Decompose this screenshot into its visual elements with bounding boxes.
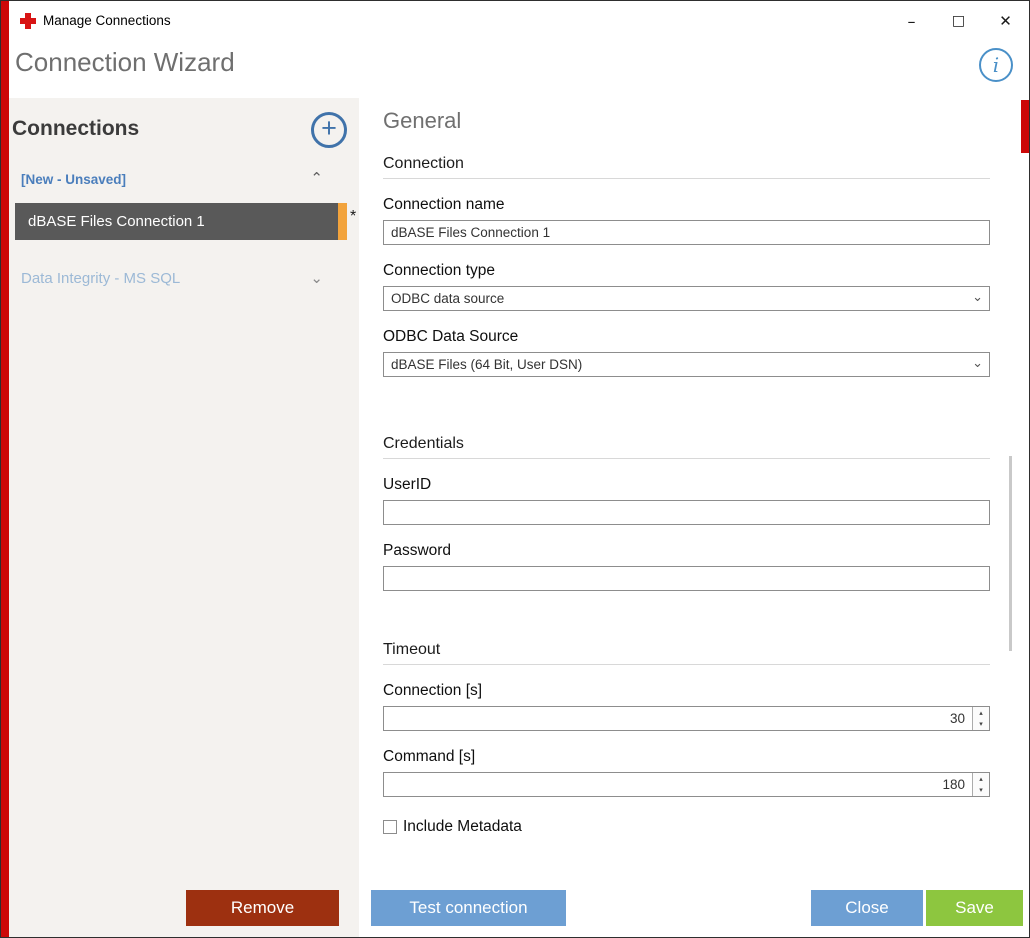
connection-timeout-input[interactable]	[383, 706, 990, 731]
connection-name-input[interactable]	[383, 220, 990, 245]
password-label: Password	[383, 542, 990, 560]
include-metadata-label: Include Metadata	[403, 818, 522, 836]
include-metadata-row: Include Metadata	[383, 818, 990, 836]
field-odbc-source: ODBC Data Source dBASE Files (64 Bit, Us…	[383, 328, 990, 377]
red-cross-app-icon	[20, 13, 36, 29]
info-button[interactable]: i	[979, 48, 1013, 82]
sidebar-group-data-integrity[interactable]: Data Integrity - MS SQL	[21, 270, 180, 287]
panel-title: General	[383, 108, 990, 134]
left-accent-stripe	[1, 1, 9, 937]
connection-type-select[interactable]: ODBC data source	[383, 286, 990, 311]
section-connection: Connection Connection name Connection ty…	[383, 155, 990, 377]
spinner-down-icon[interactable]: ▾	[973, 719, 989, 731]
odbc-source-select[interactable]: dBASE Files (64 Bit, User DSN)	[383, 352, 990, 377]
window-minimize-button[interactable]: –	[888, 1, 935, 41]
command-timeout-spinner[interactable]: ▴ ▾	[972, 773, 989, 796]
command-timeout-input[interactable]	[383, 772, 990, 797]
info-icon: i	[993, 53, 999, 77]
scrollbar-thumb[interactable]	[1009, 456, 1012, 651]
connection-timeout-spinner[interactable]: ▴ ▾	[972, 707, 989, 730]
right-accent-stripe	[1021, 100, 1029, 153]
connections-sidebar: Connections + [New - Unsaved] ⌃ dBASE Fi…	[9, 98, 359, 937]
connection-type-label: Connection type	[383, 262, 990, 280]
section-credentials-title: Credentials	[383, 435, 990, 459]
manage-connections-window: Manage Connections – □ ✕ Connection Wiza…	[0, 0, 1030, 938]
section-timeout-title: Timeout	[383, 641, 990, 665]
maximize-icon: □	[952, 13, 965, 29]
test-connection-button[interactable]: Test connection	[371, 890, 566, 926]
chevron-down-icon[interactable]: ⌄	[310, 269, 323, 287]
connection-name-label: Connection name	[383, 196, 990, 214]
remove-button[interactable]: Remove	[186, 890, 339, 926]
chevron-up-icon[interactable]: ⌃	[310, 169, 323, 187]
window-close-button[interactable]: ✕	[982, 1, 1029, 41]
spinner-down-icon[interactable]: ▾	[973, 785, 989, 797]
section-credentials: Credentials UserID Password	[383, 435, 990, 591]
window-maximize-button[interactable]: □	[935, 1, 982, 41]
field-connection-type: Connection type ODBC data source ⌄	[383, 262, 990, 311]
close-icon: ✕	[999, 12, 1012, 30]
close-button[interactable]: Close	[811, 890, 923, 926]
minimize-icon: –	[908, 12, 916, 31]
add-connection-button[interactable]: +	[311, 112, 347, 148]
save-button[interactable]: Save	[926, 890, 1023, 926]
window-title: Manage Connections	[43, 1, 171, 41]
spinner-up-icon[interactable]: ▴	[973, 773, 989, 785]
field-command-timeout: Command [s] ▴ ▾	[383, 748, 990, 797]
connection-timeout-label: Connection [s]	[383, 682, 990, 700]
include-metadata-checkbox[interactable]	[383, 820, 397, 834]
field-password: Password	[383, 542, 990, 591]
userid-input[interactable]	[383, 500, 990, 525]
field-connection-name: Connection name	[383, 196, 990, 245]
spinner-up-icon[interactable]: ▴	[973, 707, 989, 719]
section-connection-title: Connection	[383, 155, 990, 179]
section-timeout: Timeout Connection [s] ▴ ▾ Command [s] ▴	[383, 641, 990, 836]
general-panel: General Connection Connection name Conne…	[359, 98, 1029, 937]
password-input[interactable]	[383, 566, 990, 591]
window-controls: – □ ✕	[888, 1, 1029, 41]
titlebar[interactable]: Manage Connections – □ ✕	[9, 1, 1029, 41]
page-title: Connection Wizard	[15, 47, 235, 78]
sidebar-title: Connections	[12, 117, 139, 141]
userid-label: UserID	[383, 476, 990, 494]
selected-item-accent-bar	[338, 203, 347, 240]
connection-item-label: dBASE Files Connection 1	[15, 203, 347, 240]
unsaved-asterisk: *	[350, 208, 356, 226]
command-timeout-label: Command [s]	[383, 748, 990, 766]
field-userid: UserID	[383, 476, 990, 525]
odbc-source-label: ODBC Data Source	[383, 328, 990, 346]
plus-icon: +	[321, 115, 337, 142]
sidebar-group-new-unsaved[interactable]: [New - Unsaved]	[21, 172, 126, 187]
sidebar-item-dbase-connection[interactable]: dBASE Files Connection 1	[15, 203, 347, 240]
field-connection-timeout: Connection [s] ▴ ▾	[383, 682, 990, 731]
